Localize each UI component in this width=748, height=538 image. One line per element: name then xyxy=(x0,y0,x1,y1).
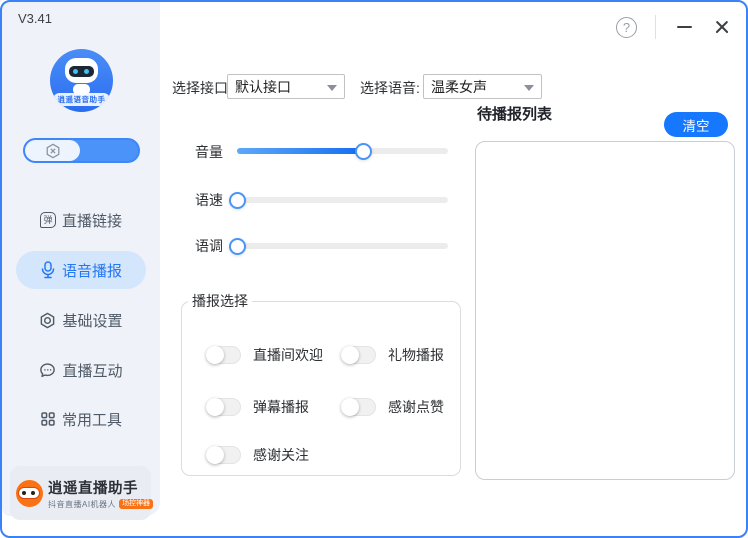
toggle-label: 感谢关注 xyxy=(253,445,309,465)
follow-toggle[interactable] xyxy=(206,446,241,464)
toggle-label: 礼物播报 xyxy=(388,345,444,365)
robot-icon xyxy=(65,58,98,83)
grid-icon xyxy=(40,411,56,427)
volume-label: 音量 xyxy=(195,142,223,162)
slider-thumb[interactable] xyxy=(229,238,246,255)
toggle-label: 弹幕播报 xyxy=(253,397,309,417)
volume-slider[interactable] xyxy=(237,148,448,154)
sidebar-item-live-link[interactable]: 弹 直播链接 xyxy=(16,202,146,238)
chat-icon xyxy=(39,362,56,379)
mascot-eye xyxy=(31,491,35,495)
brand-text: 逍遥直播助手 抖音直播AI机器人 场控神器 xyxy=(48,477,145,510)
toggle-item-danmu: 弹幕播报 xyxy=(206,397,309,417)
queue-title: 待播报列表 xyxy=(477,103,552,124)
help-glyph: ? xyxy=(623,20,630,35)
hexagon-x-icon xyxy=(45,143,61,159)
brand-badge: 场控神器 xyxy=(119,499,153,509)
brand-subtitle: 抖音直播AI机器人 xyxy=(48,499,116,510)
toggle-knob xyxy=(206,346,224,364)
voice-select-value: 温柔女声 xyxy=(431,77,487,97)
mic-icon xyxy=(40,261,56,279)
sidebar-item-voice-broadcast[interactable]: 语音播报 xyxy=(16,251,146,289)
minimize-button[interactable] xyxy=(674,17,694,37)
slider-thumb[interactable] xyxy=(355,143,372,160)
toggle-label: 直播间欢迎 xyxy=(253,345,323,365)
danmu-toggle[interactable] xyxy=(206,398,241,416)
app-window: V3.41 逍遥语音助手 弹 直播链接 xyxy=(0,0,748,538)
robot-visor xyxy=(69,66,94,77)
gift-toggle[interactable] xyxy=(341,346,376,364)
sidebar-item-label: 直播互动 xyxy=(62,360,122,381)
interface-select-label: 选择接口: xyxy=(172,78,232,98)
avatar-label-band: 逍遥语音助手 xyxy=(53,93,110,106)
help-icon[interactable]: ? xyxy=(616,17,637,38)
speed-slider[interactable] xyxy=(237,197,448,203)
queue-list[interactable] xyxy=(475,141,735,480)
close-button[interactable] xyxy=(712,17,732,37)
slider-fill xyxy=(237,148,364,154)
mascot-goggles xyxy=(18,487,40,499)
pitch-label: 语调 xyxy=(195,236,223,256)
welcome-toggle[interactable] xyxy=(206,346,241,364)
like-toggle[interactable] xyxy=(341,398,376,416)
sidebar-item-basic-settings[interactable]: 基础设置 xyxy=(16,302,146,338)
voice-select[interactable]: 温柔女声 xyxy=(423,74,542,99)
brand-subtitle-row: 抖音直播AI机器人 场控神器 xyxy=(48,499,145,510)
clear-button-label: 清空 xyxy=(683,115,710,135)
sidebar-item-live-interaction[interactable]: 直播互动 xyxy=(16,352,146,388)
interface-select[interactable]: 默认接口 xyxy=(227,74,345,99)
toggle-knob xyxy=(206,398,224,416)
pitch-slider[interactable] xyxy=(237,243,448,249)
interface-select-value: 默认接口 xyxy=(235,77,291,97)
robot-eye xyxy=(73,69,78,74)
mascot-eye xyxy=(22,491,26,495)
power-toggle-thumb[interactable] xyxy=(25,140,80,161)
voice-select-label: 选择语音: xyxy=(360,78,420,98)
window-controls: ? xyxy=(616,15,732,39)
slider-thumb[interactable] xyxy=(229,192,246,209)
version-label: V3.41 xyxy=(18,11,52,26)
brand-mascot-icon xyxy=(16,480,43,507)
sidebar-item-label: 直播链接 xyxy=(62,210,122,231)
sidebar-item-common-tools[interactable]: 常用工具 xyxy=(16,401,146,437)
toggle-item-welcome: 直播间欢迎 xyxy=(206,345,323,365)
sidebar-item-label: 基础设置 xyxy=(62,310,122,331)
brand-title: 逍遥直播助手 xyxy=(48,477,145,498)
broadcast-group-legend: 播报选择 xyxy=(188,291,252,311)
avatar-label: 逍遥语音助手 xyxy=(58,94,106,105)
controls-divider xyxy=(655,15,656,39)
sidebar-item-label: 语音播报 xyxy=(62,260,122,281)
chevron-down-icon xyxy=(327,85,337,91)
toggle-item-gift: 礼物播报 xyxy=(341,345,444,365)
settings-icon xyxy=(39,312,56,329)
sidebar-item-label: 常用工具 xyxy=(62,409,122,430)
brand-footer: 逍遥直播助手 抖音直播AI机器人 场控神器 xyxy=(10,466,151,520)
broadcast-select-group: 播报选择 直播间欢迎 礼物播报 弹幕播报 感谢点赞 感谢关注 xyxy=(181,291,461,476)
toggle-knob xyxy=(341,398,359,416)
robot-eye xyxy=(84,69,89,74)
chevron-down-icon xyxy=(524,85,534,91)
app-avatar: 逍遥语音助手 xyxy=(50,49,113,112)
voice-power-toggle[interactable] xyxy=(23,138,140,163)
danmu-icon: 弹 xyxy=(40,212,56,228)
toggle-item-follow: 感谢关注 xyxy=(206,445,309,465)
toggle-item-like: 感谢点赞 xyxy=(341,397,444,417)
minimize-icon xyxy=(677,26,692,28)
toggle-knob xyxy=(206,446,224,464)
speed-label: 语速 xyxy=(195,190,223,210)
toggle-knob xyxy=(341,346,359,364)
sidebar: V3.41 逍遥语音助手 弹 直播链接 xyxy=(2,2,160,516)
toggle-label: 感谢点赞 xyxy=(388,397,444,417)
clear-queue-button[interactable]: 清空 xyxy=(664,112,728,137)
